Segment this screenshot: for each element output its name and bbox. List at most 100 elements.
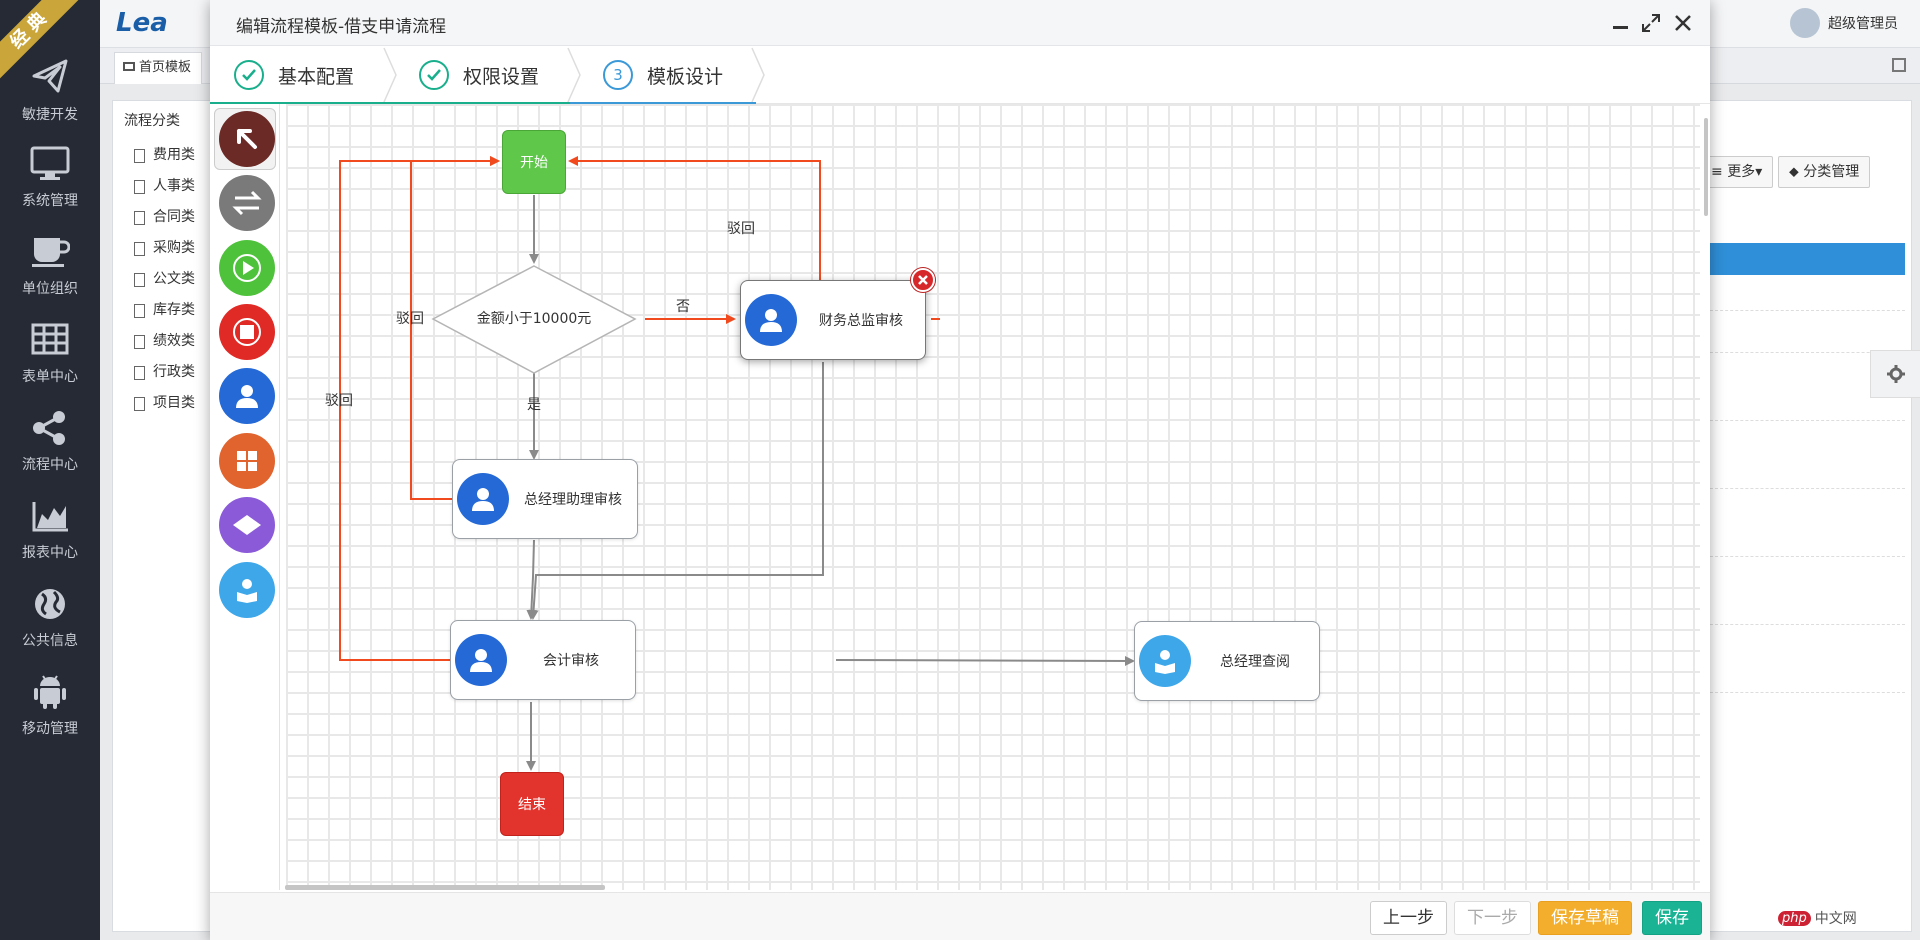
connector-tool[interactable]	[219, 175, 275, 231]
monitor-icon	[123, 62, 135, 71]
sidebar-item-reports[interactable]: 报表中心	[0, 498, 100, 578]
save-button[interactable]: 保存	[1642, 901, 1702, 935]
close-button[interactable]	[1674, 14, 1692, 32]
category-item[interactable]: 项目类	[134, 388, 195, 419]
gear-icon	[1886, 365, 1905, 383]
sidebar-item-label: 单位组织	[22, 281, 78, 297]
category-item[interactable]: 人事类	[134, 171, 195, 202]
category-item[interactable]: 公文类	[134, 264, 195, 295]
coffee-cup-icon	[32, 238, 70, 267]
sidebar-item-public-info[interactable]: 公共信息	[0, 586, 100, 666]
sidebar-item-label: 流程中心	[22, 457, 78, 473]
settings-tab[interactable]	[1870, 350, 1920, 398]
row-divider	[1710, 420, 1905, 421]
task-node-gm-review[interactable]: 总经理查阅	[1134, 621, 1320, 701]
category-item[interactable]: 行政类	[134, 357, 195, 388]
grid-table-icon	[31, 323, 69, 355]
end-node-tool[interactable]	[219, 304, 275, 360]
file-icon	[134, 303, 145, 318]
sidebar-item-agile-dev[interactable]: 敏捷开发	[0, 56, 100, 136]
task-node-tool[interactable]	[219, 368, 275, 424]
check-icon	[234, 60, 264, 90]
sidebar-item-org[interactable]: 单位组织	[0, 234, 100, 314]
tab-label: 首页模板	[139, 60, 192, 75]
category-list: 费用类 人事类 合同类 采购类 公文类 库存类 绩效类 行政类 项目类	[134, 140, 195, 419]
sidebar-item-label: 公共信息	[22, 633, 78, 649]
file-icon	[134, 148, 145, 163]
review-node-tool[interactable]	[219, 562, 275, 618]
delete-node-button[interactable]	[911, 268, 935, 292]
check-icon	[419, 60, 449, 90]
edge-label-yes: 是	[527, 397, 541, 413]
sidebar-item-mobile[interactable]: 移动管理	[0, 674, 100, 754]
step-template-design[interactable]: 3 模板设计	[603, 46, 723, 104]
windows-grid-icon	[237, 451, 257, 471]
modal-footer: 上一步 下一步 保存草稿 保存	[210, 892, 1710, 940]
canvas-vertical-scrollbar[interactable]	[1704, 118, 1708, 216]
pointer-tool[interactable]	[219, 111, 275, 167]
category-item[interactable]: 合同类	[134, 202, 195, 233]
sidebar-item-workflow[interactable]: 流程中心	[0, 410, 100, 490]
more-button[interactable]: ≡ 更多▾	[1700, 156, 1774, 188]
minimize-button[interactable]	[1612, 14, 1630, 32]
user-menu[interactable]: 超级管理员	[1790, 8, 1898, 38]
row-divider	[1710, 488, 1905, 489]
task-node-accounting[interactable]: 会计审核	[450, 620, 636, 700]
category-manage-button[interactable]: ⬥ 分类管理	[1778, 156, 1871, 188]
node-palette	[210, 104, 280, 890]
category-item[interactable]: 绩效类	[134, 326, 195, 357]
play-icon	[233, 254, 261, 282]
condition-node[interactable]: 金额小于10000元	[448, 308, 620, 328]
edge-label-reject-finance: 驳回	[727, 221, 755, 237]
sidebar-item-label: 移动管理	[22, 721, 78, 737]
edit-template-modal: 编辑流程模板-借支申请流程 基本配置 权限设置 3 模板设计 金额小于10000…	[210, 0, 1710, 940]
canvas-horizontal-scrollbar[interactable]	[285, 885, 605, 890]
fullscreen-icon[interactable]	[1892, 58, 1906, 72]
category-label: 公文类	[153, 271, 195, 287]
task-node-finance[interactable]: 财务总监审核	[740, 280, 926, 360]
step-permission[interactable]: 权限设置	[419, 46, 539, 104]
category-label: 采购类	[153, 240, 195, 256]
category-item[interactable]: 费用类	[134, 140, 195, 171]
reader-icon	[237, 579, 257, 603]
diamond-icon	[233, 515, 261, 535]
design-canvas[interactable]: 金额小于10000元 开始 结束 财务总监审核 总经理助理审核 会计审核 总经理…	[286, 104, 1700, 890]
share-nodes-icon	[33, 411, 65, 445]
save-draft-button[interactable]: 保存草稿	[1538, 901, 1632, 935]
category-label: 绩效类	[153, 333, 195, 349]
watermark-logo: php	[1778, 910, 1811, 926]
row-divider	[1710, 692, 1905, 693]
edge-reject-accounting	[339, 156, 500, 661]
edge-label-reject-assistant: 驳回	[396, 311, 424, 327]
paper-plane-icon	[32, 59, 68, 93]
next-step-button[interactable]: 下一步	[1454, 901, 1531, 935]
maximize-button[interactable]	[1642, 14, 1660, 32]
category-item[interactable]: 采购类	[134, 233, 195, 264]
tab-home-template[interactable]: 首页模板	[114, 52, 203, 84]
category-label: 库存类	[153, 302, 195, 318]
sidebar-item-forms[interactable]: 表单中心	[0, 322, 100, 402]
prev-step-button[interactable]: 上一步	[1370, 901, 1447, 935]
area-chart-icon	[32, 502, 68, 532]
category-item[interactable]: 库存类	[134, 295, 195, 326]
step-basic-config[interactable]: 基本配置	[234, 46, 354, 104]
start-node[interactable]: 开始	[502, 130, 566, 194]
user-icon	[455, 634, 507, 686]
row-divider	[1710, 310, 1905, 311]
task-node-assistant[interactable]: 总经理助理审核	[452, 459, 638, 539]
start-node-tool[interactable]	[219, 240, 275, 296]
sidebar-item-label: 报表中心	[22, 545, 78, 561]
selected-row-highlight	[1710, 243, 1905, 275]
maximize-icon	[1642, 14, 1660, 32]
parallel-node-tool[interactable]	[219, 433, 275, 489]
category-title: 流程分类	[124, 113, 180, 129]
edge-label-no: 否	[676, 299, 690, 315]
step-label: 权限设置	[463, 65, 540, 88]
file-icon	[134, 210, 145, 225]
row-divider	[1710, 624, 1905, 625]
category-label: 人事类	[153, 178, 195, 194]
end-node[interactable]: 结束	[500, 772, 564, 836]
condition-node-tool[interactable]	[219, 497, 275, 553]
sidebar-item-system[interactable]: 系统管理	[0, 146, 100, 226]
more-button-label: 更多	[1727, 164, 1756, 180]
